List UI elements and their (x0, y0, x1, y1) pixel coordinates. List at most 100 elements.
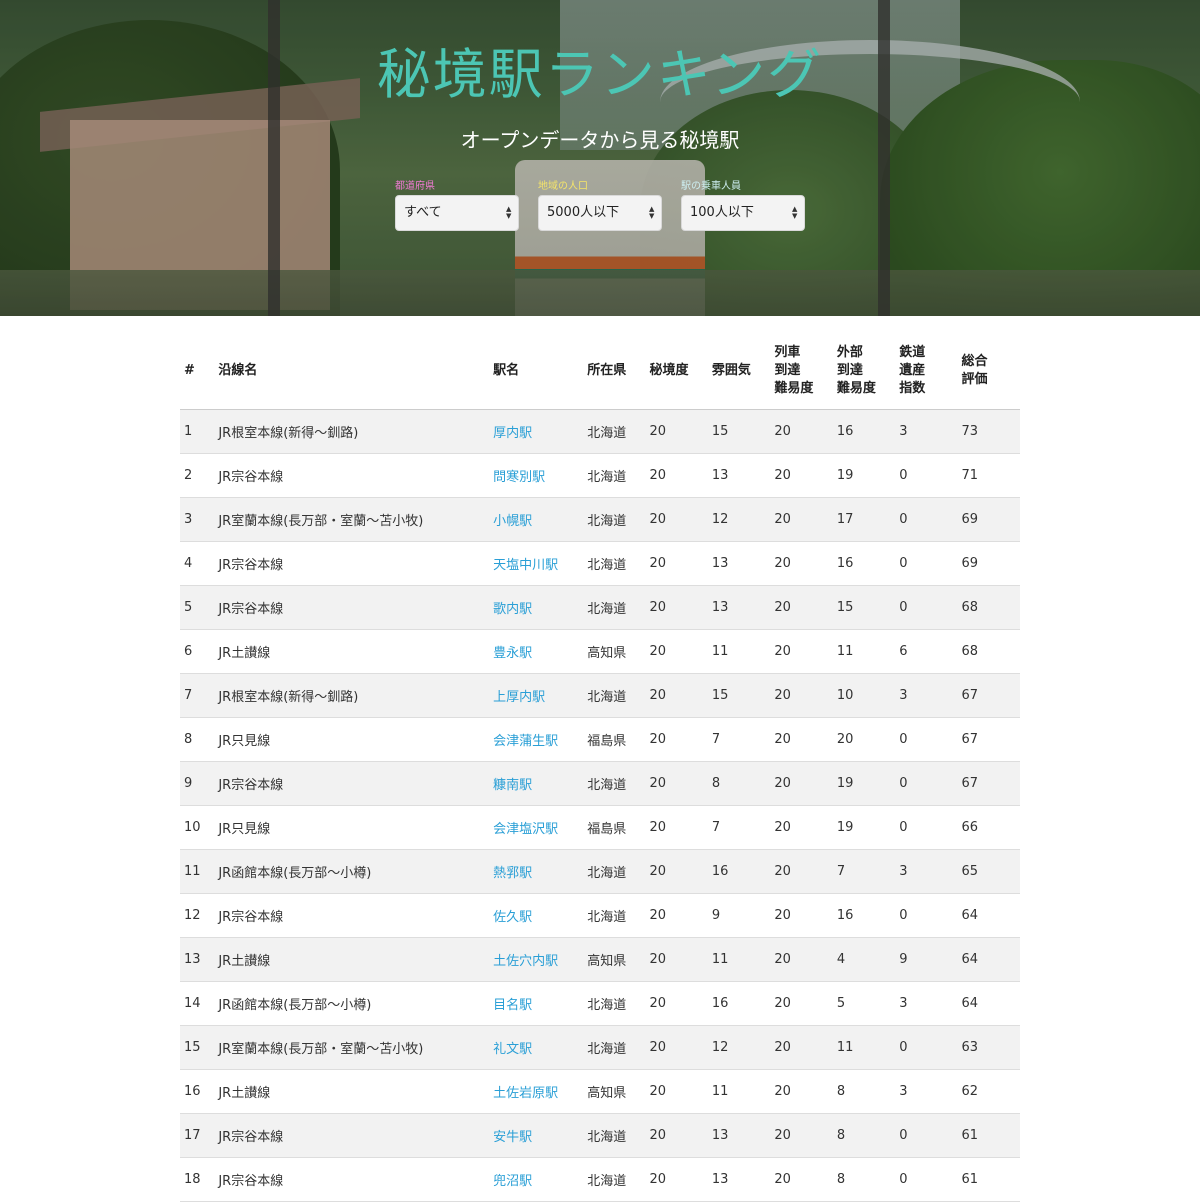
cell-line: JR宗谷本線 (214, 1157, 490, 1202)
filter-passengers-label: 駅の乗車人員 (681, 181, 741, 192)
passengers-select[interactable]: 100人以下 ▲ ▼ (681, 195, 805, 231)
station-link[interactable]: 厚内駅 (493, 426, 532, 441)
header-line-text: 沿線名 (218, 362, 258, 378)
cell-total: 64 (957, 893, 1020, 938)
cell-rank: 4 (180, 541, 215, 586)
cell-heritage: 6 (895, 629, 958, 674)
cell-total: 67 (957, 761, 1020, 806)
cell-heritage: 0 (895, 453, 958, 498)
cell-station: 歌内駅 (489, 585, 584, 630)
cell-rank: 6 (180, 629, 215, 674)
station-link[interactable]: 歌内駅 (493, 602, 532, 617)
cell-train-access: 20 (770, 497, 833, 542)
prefecture-select[interactable]: すべて ▲ ▼ (395, 195, 519, 231)
cell-prefecture: 北海道 (583, 673, 646, 718)
header-outside-access-text: 到達 (836, 362, 863, 378)
station-link[interactable]: 天塩中川駅 (493, 558, 558, 573)
cell-atmosphere: 7 (707, 805, 771, 850)
population-select[interactable]: 5000人以下 ▲ ▼ (538, 195, 662, 231)
station-link[interactable]: 糠南駅 (493, 778, 532, 793)
cell-outside-access: 15 (832, 585, 896, 630)
station-link[interactable]: 安牛駅 (493, 1130, 532, 1145)
station-link[interactable]: 会津蒲生駅 (493, 734, 558, 749)
table-row: 7 JR根室本線(新得〜釧路) 上厚内駅 北海道 20 15 20 10 3 67 (180, 673, 1020, 718)
cell-outside-access: 16 (832, 409, 896, 454)
cell-line: JR宗谷本線 (214, 1113, 490, 1158)
header-prefecture-text: 所在県 (587, 362, 627, 378)
station-link[interactable]: 小幌駅 (493, 514, 532, 529)
header-outside-access: 外部 到達 難易度 (832, 332, 896, 410)
cell-rank: 11 (180, 849, 215, 894)
cell-rank: 18 (180, 1157, 215, 1202)
station-link[interactable]: 上厚内駅 (493, 690, 545, 705)
cell-atmosphere: 8 (707, 761, 771, 806)
cell-outside-access: 11 (832, 1025, 896, 1070)
cell-prefecture: 北海道 (583, 849, 646, 894)
header-atmosphere-text: 雰囲気 (711, 362, 751, 378)
cell-total: 68 (957, 585, 1020, 630)
cell-station: 礼文駅 (489, 1025, 584, 1070)
cell-secret: 20 (645, 717, 708, 762)
cell-train-access: 20 (770, 409, 833, 454)
cell-total: 69 (957, 497, 1020, 542)
cell-line: JR宗谷本線 (214, 761, 490, 806)
station-link[interactable]: 会津塩沢駅 (493, 822, 558, 837)
cell-heritage: 0 (895, 497, 958, 542)
cell-train-access: 20 (770, 585, 833, 630)
cell-heritage: 0 (895, 541, 958, 586)
station-link[interactable]: 土佐岩原駅 (493, 1086, 558, 1101)
cell-train-access: 20 (770, 849, 833, 894)
header-train-access: 列車 到達 難易度 (770, 332, 833, 410)
hero-banner: 秘境駅ランキング オープンデータから見る秘境駅 都道府県 すべて ▲ ▼ 地域の人… (0, 0, 1200, 316)
table-row: 11 JR函館本線(長万部〜小樽) 熱郛駅 北海道 20 16 20 7 3 65 (180, 849, 1020, 894)
header-heritage-text: 鉄道 (899, 344, 926, 360)
cell-line: JR宗谷本線 (214, 893, 490, 938)
header-rank-text: # (184, 362, 195, 378)
cell-rank: 3 (180, 497, 215, 542)
cell-station: 小幌駅 (489, 497, 584, 542)
cell-train-access: 20 (770, 893, 833, 938)
cell-rank: 8 (180, 717, 215, 762)
station-link[interactable]: 兜沼駅 (493, 1174, 532, 1189)
table-row: 1 JR根室本線(新得〜釧路) 厚内駅 北海道 20 15 20 16 3 73 (180, 409, 1020, 454)
station-link[interactable]: 豊永駅 (493, 646, 532, 661)
cell-atmosphere: 7 (707, 717, 771, 762)
cell-line: JR室蘭本線(長万部・室蘭〜苫小牧) (214, 497, 490, 542)
cell-station: 熱郛駅 (489, 849, 584, 894)
table-row: 2 JR宗谷本線 問寒別駅 北海道 20 13 20 19 0 71 (180, 453, 1020, 498)
station-link[interactable]: 問寒別駅 (493, 470, 545, 485)
cell-secret: 20 (645, 849, 708, 894)
cell-heritage: 0 (895, 1157, 958, 1202)
cell-train-access: 20 (770, 1157, 833, 1202)
station-link[interactable]: 熱郛駅 (493, 866, 532, 881)
cell-line: JR土讃線 (214, 629, 490, 674)
station-link[interactable]: 礼文駅 (493, 1042, 532, 1057)
cell-secret: 20 (645, 1025, 708, 1070)
cell-train-access: 20 (770, 1069, 833, 1114)
cell-station: 兜沼駅 (489, 1157, 584, 1202)
cell-prefecture: 北海道 (583, 1113, 646, 1158)
cell-secret: 20 (645, 805, 708, 850)
select-arrows-icon: ▲ ▼ (506, 205, 512, 220)
cell-secret: 20 (645, 497, 708, 542)
cell-atmosphere: 11 (707, 629, 771, 674)
cell-prefecture: 北海道 (583, 497, 646, 542)
cell-outside-access: 19 (832, 805, 896, 850)
table-row: 17 JR宗谷本線 安牛駅 北海道 20 13 20 8 0 61 (180, 1113, 1020, 1158)
station-link[interactable]: 佐久駅 (493, 910, 532, 925)
cell-prefecture: 北海道 (583, 981, 646, 1026)
cell-station: 上厚内駅 (489, 673, 584, 718)
cell-secret: 20 (645, 585, 708, 630)
cell-station: 佐久駅 (489, 893, 584, 938)
station-link[interactable]: 土佐穴内駅 (493, 954, 558, 969)
cell-atmosphere: 13 (707, 541, 771, 586)
cell-total: 61 (957, 1157, 1020, 1202)
filter-population: 地域の人口 5000人以下 ▲ ▼ (538, 181, 662, 231)
station-link[interactable]: 目名駅 (493, 998, 532, 1013)
header-total-text: 評価 (961, 371, 988, 387)
cell-line: JR根室本線(新得〜釧路) (214, 673, 490, 718)
cell-secret: 20 (645, 541, 708, 586)
cell-secret: 20 (645, 673, 708, 718)
cell-outside-access: 8 (832, 1113, 896, 1158)
filter-population-label: 地域の人口 (538, 181, 588, 192)
